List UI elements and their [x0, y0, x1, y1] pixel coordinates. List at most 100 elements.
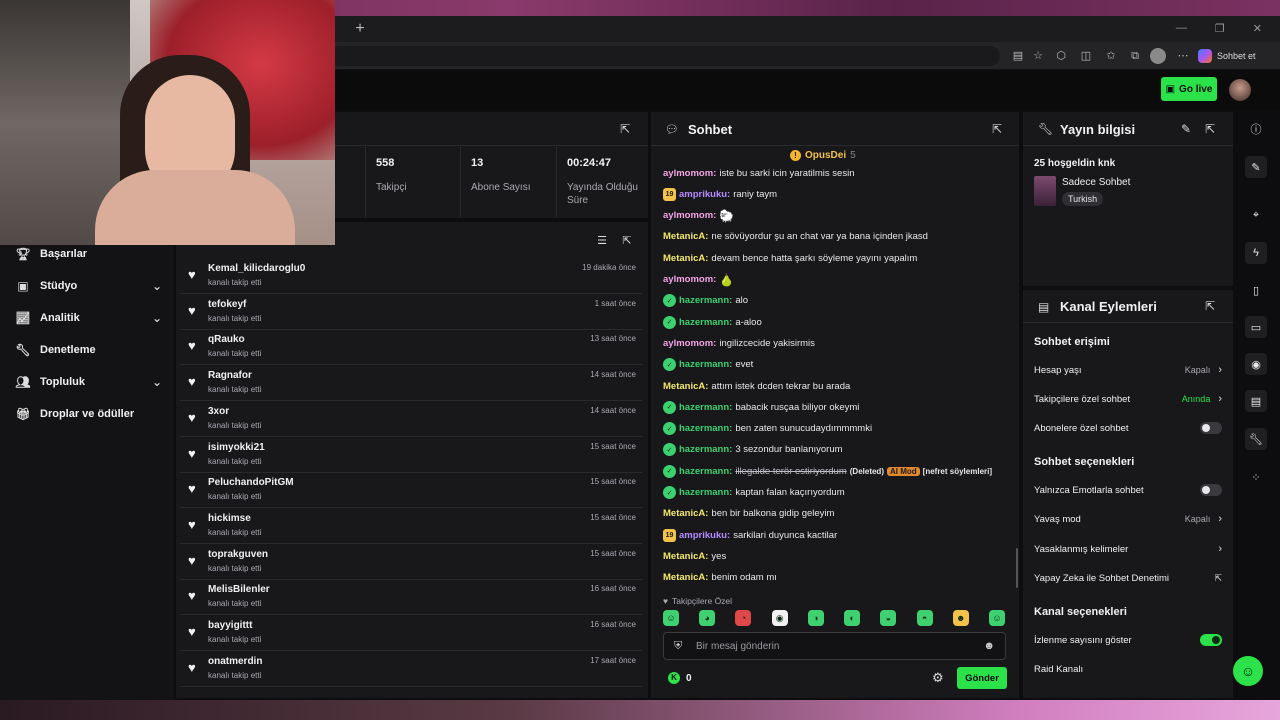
emote-icon[interactable]: ◔	[735, 610, 752, 626]
sidebar-item-drops[interactable]: 🎁︎ Droplar ve ödüller	[15, 404, 162, 424]
emote-only-toggle[interactable]	[1200, 484, 1222, 496]
chat-bubble-icon[interactable]: ▭	[1245, 316, 1267, 338]
emote-icon[interactable]: ◉	[771, 610, 788, 626]
followers-only-setting[interactable]: Takipçilere özel sohbet Anında ›	[1034, 391, 1222, 407]
follower-row[interactable]: ♥ tefokeyf kanalı takip etti 1 saat önce	[180, 294, 642, 330]
chat-message[interactable]: MetanicA: yes	[663, 548, 726, 564]
chat-message[interactable]: 19 amprikuku: raniy taym	[663, 186, 777, 202]
subscribers-only-toggle[interactable]	[1200, 422, 1222, 434]
sidebar-item-community[interactable]: 👥︎ Topluluk ⌄	[15, 372, 162, 392]
follower-row[interactable]: ♥ hickimse kanalı takip etti 15 saat önce	[180, 508, 642, 544]
chat-message[interactable]: ✓ hazermann: kaptan falan kaçırıyordum	[663, 485, 845, 501]
chat-username[interactable]: aylmomom:	[663, 338, 716, 349]
favorites-icon[interactable]: ✩	[1103, 48, 1119, 64]
chat-message[interactable]: ✓ hazermann: babacik rusçaa biliyor okeymi	[663, 399, 859, 415]
follower-row[interactable]: ♥ Kemal_kilicdaroglu0 kanalı takip etti 19 …	[180, 258, 642, 294]
follower-row[interactable]: ♥ MelisBilenler kanalı takip etti 16 saat ö…	[180, 579, 642, 616]
chat-message[interactable]: MetanicA: ne sövüyordur şu an chat var ya…	[663, 229, 928, 245]
chat-message[interactable]: MetanicA: devam bence hatta şarkı söyleme…	[663, 250, 917, 266]
chat-message-input[interactable]: ⛨ Bir mesaj gönderin ☻	[663, 632, 1006, 660]
follower-row[interactable]: ♥ onatmerdin kanalı takip etti 17 saat önce	[180, 651, 642, 687]
send-button[interactable]: Gönder	[957, 667, 1007, 689]
chat-username[interactable]: amprikuku:	[679, 189, 730, 200]
follower-row[interactable]: ♥ Ragnafor kanalı takip etti 14 saat önce	[180, 365, 642, 402]
extensions-icon[interactable]: ⬡	[1053, 48, 1069, 64]
chat-username[interactable]: amprikuku:	[679, 530, 730, 541]
apps-icon[interactable]: ⁘	[1245, 466, 1267, 488]
reader-icon[interactable]: ▤	[1010, 48, 1026, 64]
more-menu-icon[interactable]: ⋯	[1175, 48, 1191, 64]
chat-message[interactable]: aylmomom: 🐑	[663, 208, 734, 224]
chat-message[interactable]: MetanicA: benim odam mı	[663, 570, 777, 586]
emote-icon[interactable]: ☺	[988, 610, 1005, 626]
chat-message[interactable]: 19 amprikuku: sarkilari duyunca kactilar	[663, 527, 837, 543]
popout-icon[interactable]: ⇱	[1205, 299, 1215, 313]
popout-icon[interactable]: ⇱	[992, 122, 1006, 136]
popout-icon[interactable]: ⇱	[1205, 122, 1215, 136]
sidebar-item-achievements[interactable]: 🏆︎ Başarılar	[15, 244, 162, 264]
chat-username[interactable]: aylmomom:	[663, 210, 716, 221]
collections-icon[interactable]: ⧉	[1127, 48, 1143, 64]
chat-settings-icon[interactable]: ⚙	[932, 670, 944, 686]
emote-icon[interactable]: ◑	[807, 610, 824, 626]
filter-icon[interactable]: ☰	[595, 234, 609, 248]
edit-icon[interactable]: ✎	[1181, 122, 1191, 136]
chat-username[interactable]: MetanicA:	[663, 551, 708, 562]
popout-icon[interactable]: ⇱	[620, 122, 630, 136]
account-age-setting[interactable]: Hesap yaşı Kapalı ›	[1034, 362, 1222, 378]
lightning-icon[interactable]: ϟ	[1245, 242, 1267, 264]
url-field[interactable]	[330, 46, 1000, 66]
follower-row[interactable]: ♥ qRauko kanalı takip etti 13 saat önce	[180, 329, 642, 366]
chat-username[interactable]: aylmomom:	[663, 168, 716, 179]
chat-username[interactable]: hazermann:	[679, 423, 732, 434]
chat-message[interactable]: ✓ hazermann: a-aloo	[663, 314, 762, 330]
follower-row[interactable]: ♥ bayyigittt kanalı takip etti 16 saat önce	[180, 615, 642, 651]
chat-username[interactable]: hazermann:	[679, 295, 732, 306]
show-viewers-toggle[interactable]	[1200, 634, 1222, 646]
chat-username[interactable]: hazermann:	[679, 444, 732, 455]
close-icon[interactable]: ✕	[1253, 22, 1262, 35]
scan-icon[interactable]: ⌖	[1245, 204, 1267, 226]
support-chat-icon[interactable]: ☺	[1233, 656, 1263, 686]
chat-username[interactable]: MetanicA:	[663, 508, 708, 519]
chat-message[interactable]: ✓ hazermann: 3 sezondur banlanıyorum	[663, 442, 843, 458]
emote-icon[interactable]: ◐	[844, 610, 861, 626]
chat-message[interactable]: ✓ hazermann: evet	[663, 357, 753, 373]
broadcast-icon[interactable]: ◉	[1245, 353, 1267, 375]
raid-channel-setting[interactable]: Raid Kanalı	[1034, 661, 1222, 677]
minimize-icon[interactable]: —	[1176, 22, 1187, 35]
chat-username[interactable]: MetanicA:	[663, 231, 708, 242]
emote-icon[interactable]: ☻	[952, 610, 969, 626]
follower-row[interactable]: ♥ PeluchandoPitGM kanalı takip etti 15 saat…	[180, 472, 642, 509]
slow-mode-setting[interactable]: Yavaş mod Kapalı ›	[1034, 511, 1222, 527]
go-live-button[interactable]: ▣ Go live	[1161, 77, 1217, 101]
follower-row[interactable]: ♥ toprakguven kanalı takip etti 15 saat önc…	[180, 544, 642, 580]
sidebar-item-analytics[interactable]: 📈︎ Analitik ⌄	[15, 308, 162, 328]
emote-icon[interactable]: ◓	[916, 610, 933, 626]
banned-words-setting[interactable]: Yasaklanmış kelimeler ›	[1034, 541, 1222, 557]
channel-actions-icon[interactable]: ▤	[1245, 390, 1267, 412]
chat-message[interactable]: ✓ hazermann: illegalde terör estiriyordum(…	[663, 463, 992, 479]
chat-username[interactable]: MetanicA:	[663, 572, 708, 583]
channel-points[interactable]: K 0	[668, 672, 692, 684]
chat-username[interactable]: MetanicA:	[663, 253, 708, 264]
emote-icon[interactable]: ◒	[880, 610, 897, 626]
chat-username[interactable]: hazermann:	[679, 359, 732, 370]
chat-username[interactable]: hazermann:	[679, 466, 732, 477]
ai-moderation-setting[interactable]: Yapay Zeka ile Sohbet Denetimi ⇱	[1034, 570, 1222, 586]
maximize-icon[interactable]: ❐	[1215, 22, 1225, 35]
chat-username[interactable]: MetanicA:	[663, 381, 708, 392]
new-tab-button[interactable]: +	[352, 20, 368, 38]
chat-message[interactable]: ✓ hazermann: alo	[663, 293, 748, 309]
chat-username[interactable]: aylmomom:	[663, 274, 716, 285]
pinned-gifter[interactable]: ! OpusDei 5	[790, 150, 856, 161]
chat-message[interactable]: MetanicA: ben bir balkona gidip geleyim	[663, 506, 834, 522]
info-icon[interactable]: ⓘ	[1245, 118, 1267, 140]
chat-message[interactable]: MetanicA: attım istek dcden tekrar bu ara…	[663, 378, 850, 394]
wrench-icon[interactable]: 🔧︎	[1245, 428, 1267, 450]
chat-username[interactable]: hazermann:	[679, 402, 732, 413]
chat-username[interactable]: hazermann:	[679, 317, 732, 328]
popout-icon[interactable]: ⇱	[620, 234, 634, 248]
chat-message[interactable]: aylmomom: iste bu sarki icin yaratilmis s…	[663, 165, 854, 181]
emote-icon[interactable]: ◕	[699, 610, 716, 626]
